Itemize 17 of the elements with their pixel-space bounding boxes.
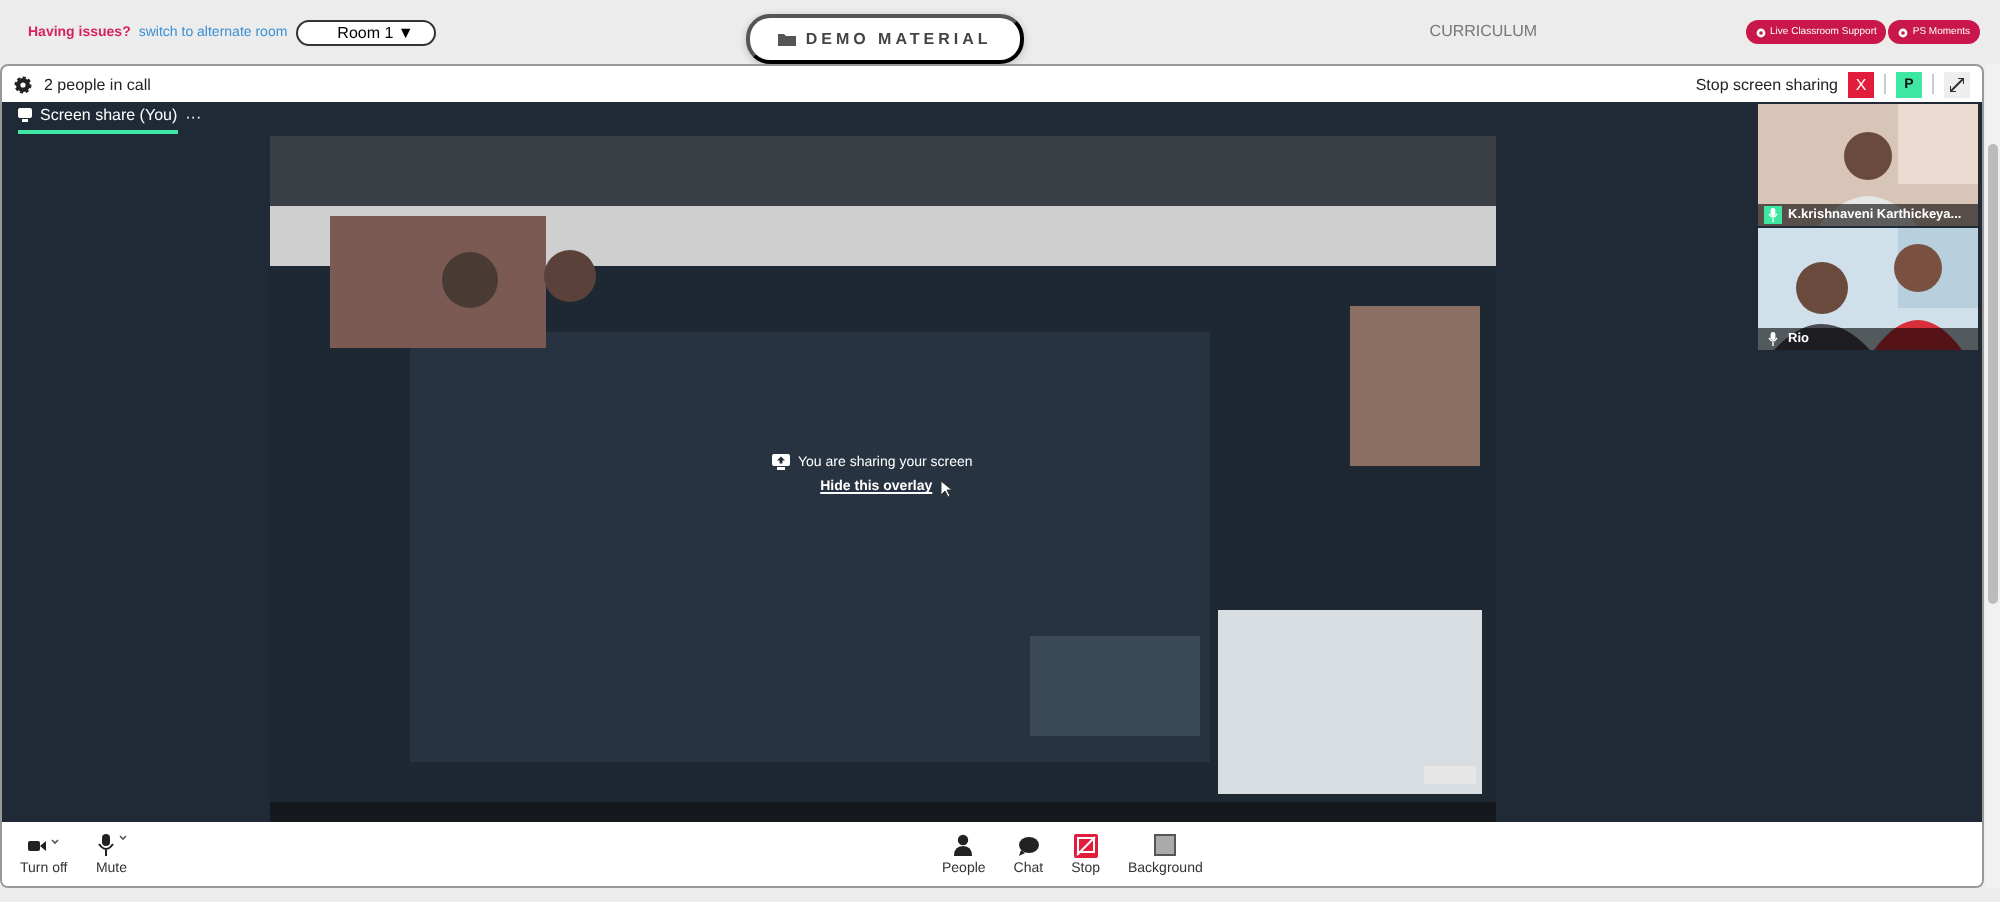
demo-material-button[interactable]: DEMO MATERIAL bbox=[745, 13, 1024, 63]
cursor-icon bbox=[940, 480, 953, 498]
screen-share-tab[interactable]: Screen share (You) bbox=[18, 106, 178, 134]
microphone-icon bbox=[95, 834, 128, 856]
stop-sharing-button[interactable]: X bbox=[1848, 71, 1874, 97]
curriculum-tab[interactable]: CURRICULUM bbox=[1429, 21, 1538, 39]
screen-share-icon bbox=[772, 454, 790, 470]
participant-count: 2 people in call bbox=[44, 75, 151, 93]
expand-icon[interactable] bbox=[1944, 71, 1970, 97]
room-select[interactable]: Room 1 ▼ bbox=[295, 19, 436, 45]
stop-sharing-label: Stop screen sharing bbox=[1695, 75, 1838, 93]
settings-icon bbox=[14, 75, 32, 93]
folder-icon bbox=[777, 31, 796, 45]
camera-icon bbox=[27, 837, 60, 853]
monitor-icon bbox=[18, 108, 32, 122]
scrollbar[interactable] bbox=[1986, 64, 2000, 888]
more-options[interactable]: ··· bbox=[185, 108, 202, 126]
